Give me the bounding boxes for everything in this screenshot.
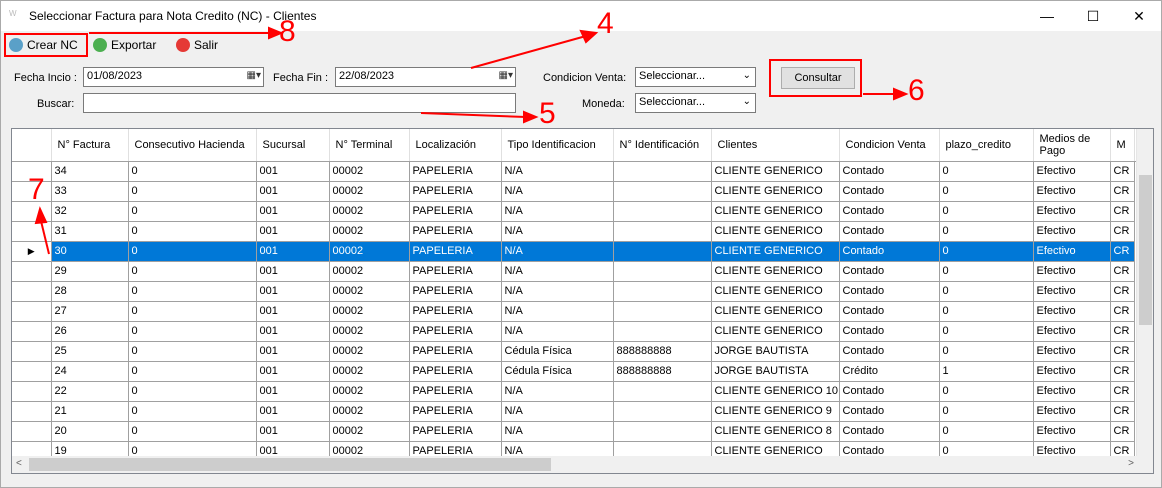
annotation-4: 4: [597, 7, 614, 40]
annotation-7: 7: [28, 173, 45, 206]
arrow-6-head: [893, 87, 909, 101]
annotation-5: 5: [539, 97, 556, 130]
arrow-5-head: [523, 110, 539, 124]
arrow-4: [470, 35, 587, 69]
main-window: W Seleccionar Factura para Nota Credito …: [0, 0, 1162, 488]
arrow-7: [40, 220, 50, 255]
arrow-4-head: [579, 29, 599, 44]
annotation-arrows: [34, 26, 909, 255]
arrow-7-head: [34, 206, 48, 225]
annotation-8: 8: [279, 15, 296, 48]
annotation-6: 6: [908, 74, 925, 107]
arrow-5: [420, 112, 527, 118]
